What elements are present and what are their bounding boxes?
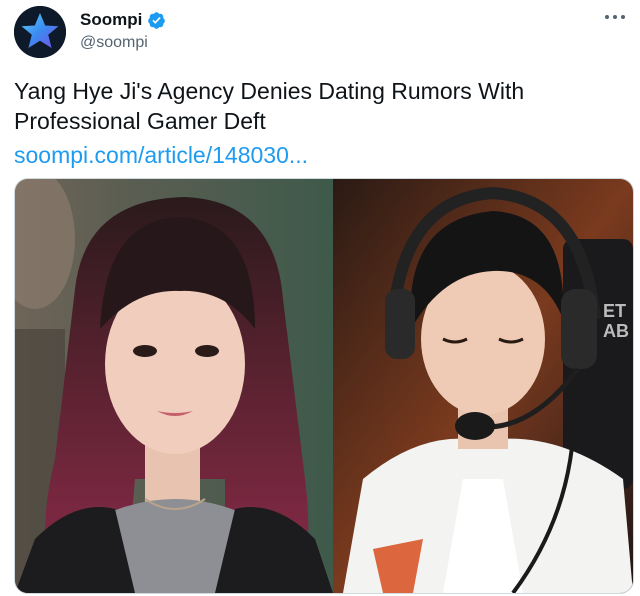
svg-text:AB: AB: [603, 321, 629, 341]
actress-photo[interactable]: [15, 179, 333, 593]
svg-text:ET: ET: [603, 301, 626, 321]
tweet-text: Yang Hye Ji's Agency Denies Dating Rumor…: [14, 78, 525, 134]
tweet-media[interactable]: ET AB: [14, 178, 634, 594]
display-name[interactable]: Soompi: [80, 10, 142, 30]
avatar[interactable]: [14, 6, 66, 58]
article-link[interactable]: soompi.com/article/148030...: [14, 140, 308, 170]
gamer-photo[interactable]: ET AB: [333, 179, 633, 593]
handle[interactable]: @soompi: [80, 34, 148, 52]
author-name-row: Soompi: [80, 10, 166, 30]
more-options-icon[interactable]: [602, 4, 628, 30]
star-logo-icon: [14, 6, 66, 58]
verified-badge-icon: [147, 11, 166, 30]
